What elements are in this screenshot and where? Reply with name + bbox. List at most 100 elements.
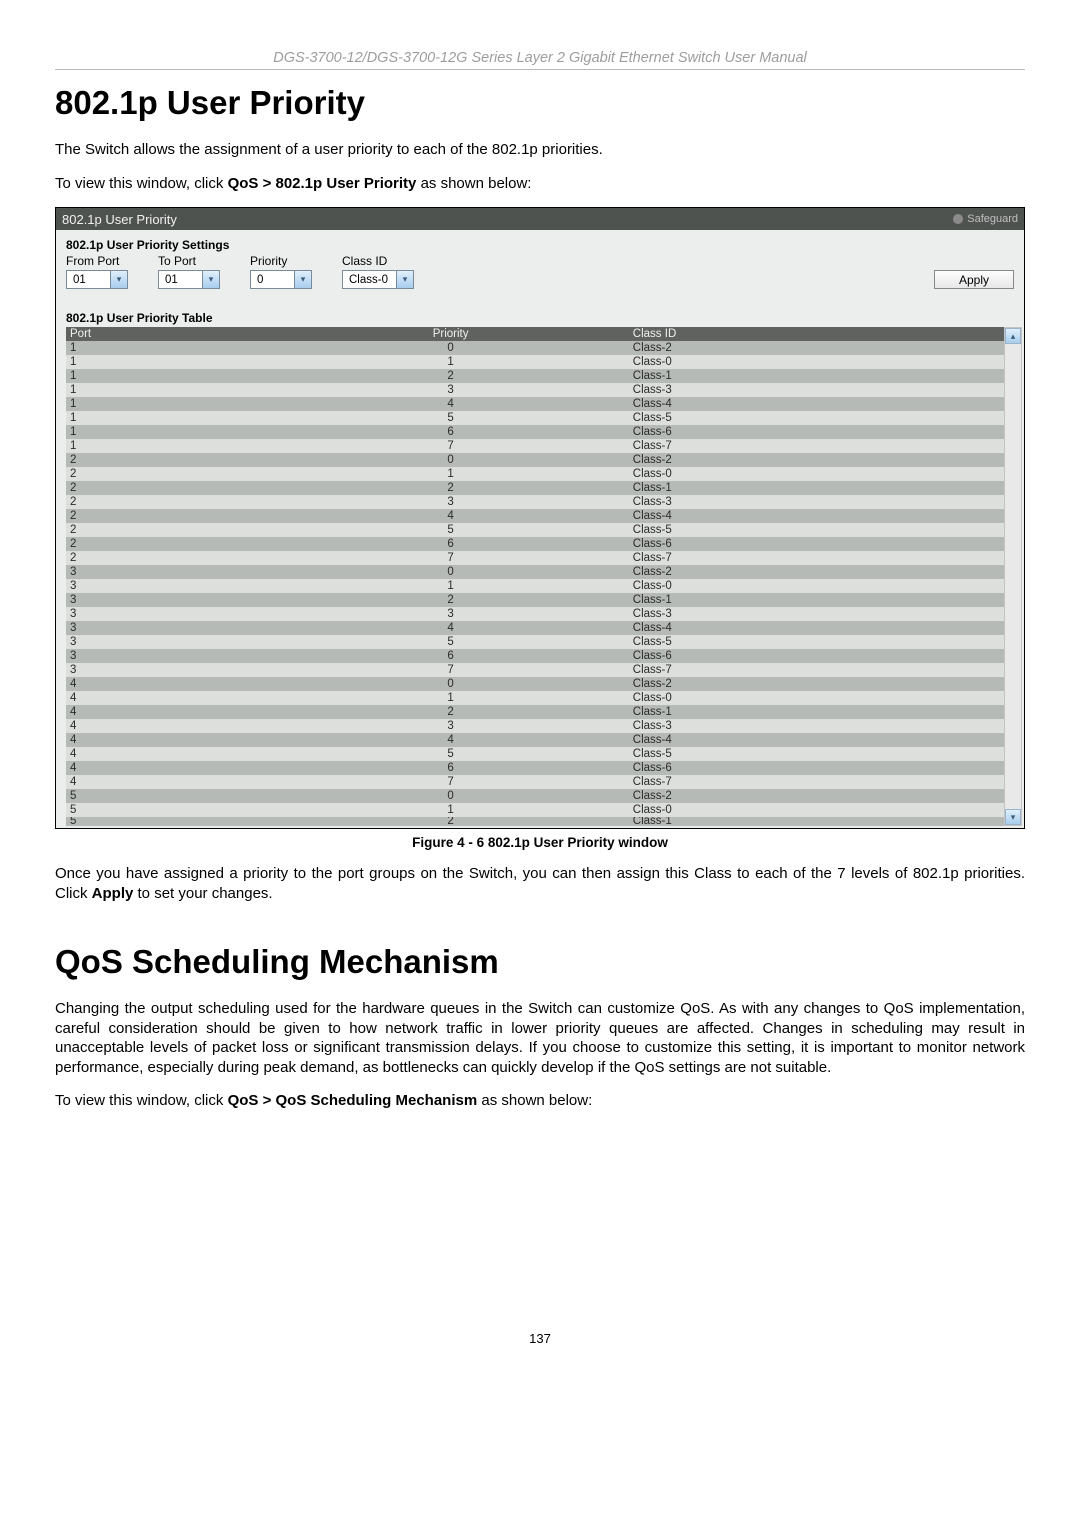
cell-port: 3 [66, 593, 272, 607]
cell-classid: Class-2 [629, 341, 1004, 355]
table-row: 26Class-6 [66, 537, 1004, 551]
qos-paragraph-1: Changing the output scheduling used for … [55, 999, 1025, 1077]
cell-port: 1 [66, 369, 272, 383]
qos-nav-suffix: as shown below: [477, 1092, 592, 1109]
qos-paragraph-2: To view this window, click QoS > QoS Sch… [55, 1091, 1025, 1111]
cell-priority: 4 [272, 397, 628, 411]
cell-classid: Class-6 [629, 649, 1004, 663]
cell-port: 2 [66, 551, 272, 565]
panel-titlebar: 802.1p User Priority Safeguard [56, 208, 1024, 230]
table-row: 27Class-7 [66, 551, 1004, 565]
cell-priority: 2 [272, 817, 628, 826]
classid-select[interactable]: Class-0 ▾ [342, 270, 414, 289]
cell-classid: Class-5 [629, 411, 1004, 425]
table-row: 23Class-3 [66, 495, 1004, 509]
apply-button[interactable]: Apply [934, 270, 1014, 289]
scroll-up-icon[interactable]: ▴ [1005, 328, 1021, 344]
table-row: 52Class-1 [66, 817, 1004, 826]
to-port-value: 01 [165, 274, 178, 286]
from-port-select[interactable]: 01 ▾ [66, 270, 128, 289]
cell-priority: 5 [272, 411, 628, 425]
cell-port: 2 [66, 523, 272, 537]
cell-classid: Class-1 [629, 817, 1004, 826]
cell-port: 3 [66, 607, 272, 621]
cell-priority: 0 [272, 565, 628, 579]
safeguard-label: Safeguard [967, 213, 1018, 225]
cell-priority: 6 [272, 425, 628, 439]
cell-classid: Class-0 [629, 803, 1004, 817]
cell-port: 2 [66, 467, 272, 481]
cell-priority: 2 [272, 593, 628, 607]
table-row: 17Class-7 [66, 439, 1004, 453]
cell-classid: Class-7 [629, 663, 1004, 677]
cell-classid: Class-2 [629, 677, 1004, 691]
cell-priority: 1 [272, 467, 628, 481]
cell-priority: 5 [272, 523, 628, 537]
cell-classid: Class-7 [629, 439, 1004, 453]
cell-priority: 3 [272, 495, 628, 509]
cell-classid: Class-2 [629, 453, 1004, 467]
scroll-down-icon[interactable]: ▾ [1005, 809, 1021, 825]
cell-classid: Class-3 [629, 495, 1004, 509]
priority-select[interactable]: 0 ▾ [250, 270, 312, 289]
cell-port: 5 [66, 817, 272, 826]
to-port-select[interactable]: 01 ▾ [158, 270, 220, 289]
cell-priority: 1 [272, 803, 628, 817]
classid-label: Class ID [342, 254, 414, 268]
table-row: 15Class-5 [66, 411, 1004, 425]
cell-port: 1 [66, 411, 272, 425]
table-row: 10Class-2 [66, 341, 1004, 355]
priority-label: Priority [250, 254, 312, 268]
cell-priority: 4 [272, 621, 628, 635]
cell-classid: Class-7 [629, 551, 1004, 565]
cell-classid: Class-5 [629, 523, 1004, 537]
cell-classid: Class-4 [629, 509, 1004, 523]
from-port-label: From Port [66, 254, 128, 268]
from-port-value: 01 [73, 274, 86, 286]
cell-port: 4 [66, 719, 272, 733]
table-row: 30Class-2 [66, 565, 1004, 579]
cell-port: 4 [66, 733, 272, 747]
heading-qos-scheduling: QoS Scheduling Mechanism [55, 943, 1025, 981]
table-row: 12Class-1 [66, 369, 1004, 383]
table-row: 42Class-1 [66, 705, 1004, 719]
nav-instruction-suffix: as shown below: [416, 175, 531, 192]
table-row: 34Class-4 [66, 621, 1004, 635]
cell-port: 5 [66, 803, 272, 817]
chevron-down-icon: ▾ [396, 271, 413, 288]
chevron-down-icon: ▾ [110, 271, 127, 288]
cell-port: 1 [66, 383, 272, 397]
cell-port: 3 [66, 579, 272, 593]
cell-port: 2 [66, 509, 272, 523]
table-scrollbar[interactable]: ▴ ▾ [1004, 327, 1022, 826]
intro-paragraph-2: To view this window, click QoS > 802.1p … [55, 174, 1025, 194]
cell-classid: Class-1 [629, 705, 1004, 719]
cell-classid: Class-1 [629, 369, 1004, 383]
cell-classid: Class-2 [629, 789, 1004, 803]
cell-priority: 4 [272, 733, 628, 747]
cell-port: 4 [66, 691, 272, 705]
table-heading: 802.1p User Priority Table [56, 301, 1024, 327]
cell-priority: 7 [272, 775, 628, 789]
intro-paragraph-1: The Switch allows the assignment of a us… [55, 140, 1025, 160]
cell-port: 1 [66, 425, 272, 439]
table-row: 11Class-0 [66, 355, 1004, 369]
cell-classid: Class-2 [629, 565, 1004, 579]
cell-port: 1 [66, 439, 272, 453]
nav-path: QoS > 802.1p User Priority [228, 175, 417, 192]
heading-8021p-user-priority: 802.1p User Priority [55, 84, 1025, 122]
after-figure-bold: Apply [92, 885, 134, 902]
running-header: DGS-3700-12/DGS-3700-12G Series Layer 2 … [55, 50, 1025, 70]
cell-port: 3 [66, 635, 272, 649]
cell-classid: Class-4 [629, 733, 1004, 747]
cell-priority: 1 [272, 579, 628, 593]
table-row: 43Class-3 [66, 719, 1004, 733]
table-row: 20Class-2 [66, 453, 1004, 467]
cell-priority: 6 [272, 537, 628, 551]
cell-classid: Class-1 [629, 593, 1004, 607]
cell-priority: 7 [272, 439, 628, 453]
panel-title: 802.1p User Priority [62, 212, 177, 227]
cell-classid: Class-0 [629, 691, 1004, 705]
cell-port: 4 [66, 677, 272, 691]
table-row: 21Class-0 [66, 467, 1004, 481]
